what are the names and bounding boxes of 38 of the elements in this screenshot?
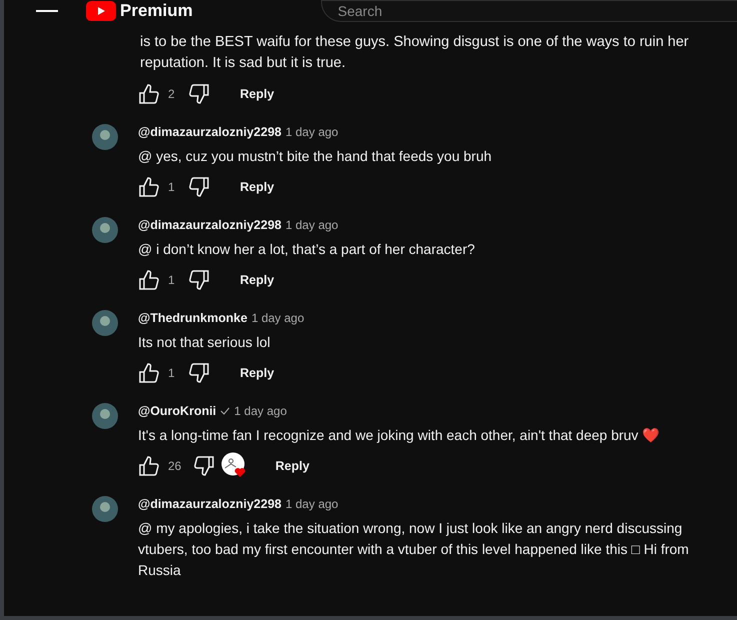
avatar[interactable] [92,217,118,243]
comment-author[interactable]: @Thedrunkmonke [138,311,248,325]
reply-button[interactable]: Reply [228,174,286,200]
reply-button[interactable]: Reply [228,267,286,293]
comment-text: Its not that serious lol [138,333,272,352]
comment-author[interactable]: @dimazaurzalozniy2298 [138,125,282,139]
avatar[interactable] [92,310,118,336]
logo-text: Premium [120,1,193,21]
comment-text: It's a long-time fan I recognize and we joking with each other, ain't that deep bruv ❤ [138,426,660,445]
avatar[interactable] [92,496,118,522]
thumbs-down-icon[interactable] [186,268,212,292]
like-count: 1 [168,366,176,380]
avatar[interactable] [92,124,118,150]
comment-time[interactable]: 1 day ago [286,497,338,511]
comment-time[interactable]: 1 day ago [234,404,287,418]
avatar[interactable] [92,403,118,429]
comment-text: @ my apologies, i take the situation wrong, now I just look like an angry nerd discussing vtubers, too bad my first encounter with a vtuber of this level happened like this □ Hi from Russia [138,519,690,580]
comment-time[interactable]: 1 day ago [251,311,304,325]
like-count: 1 [168,180,176,194]
comment-text: @ i don’t know her a lot, that’s a part of her character? [138,240,475,259]
comment-author[interactable]: @dimazaurzalozniy2298 [138,497,282,511]
search-field[interactable]: Search [320,0,737,22]
comment-text: @ yes, cuz you mustn’t bite the hand that feeds you bruh [138,147,492,166]
reply-button[interactable]: Reply [228,360,286,386]
like-count: 2 [168,87,176,101]
thumbs-down-icon[interactable] [186,82,212,106]
comment-author[interactable]: @OuroKronii [138,404,216,418]
reply-button[interactable]: Reply [228,81,286,107]
thumbs-down-icon[interactable] [186,175,212,199]
comment-author[interactable]: @dimazaurzalozniy2298 [138,218,282,232]
comment-time[interactable]: 1 day ago [286,125,338,139]
reply-button[interactable]: Reply [263,453,322,479]
like-count: 1 [168,273,176,287]
comment-text: is to be the BEST waifu for these guys. Showing disgust is one of the ways to ruin her reputation. It is sad but it is true. [139,33,690,73]
thumbs-down-icon[interactable] [186,361,212,385]
comment-time[interactable]: 1 day ago [286,218,338,232]
like-count: 26 [168,459,182,473]
play-logo-icon[interactable] [86,1,116,21]
